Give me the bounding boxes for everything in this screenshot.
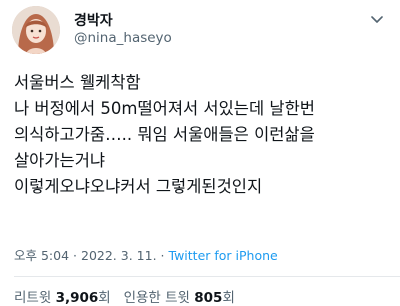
retweets-label: 리트윗 [14,290,52,306]
avatar[interactable] [12,6,60,54]
user-handle[interactable]: @nina_haseyo [74,30,172,46]
retweets-unit: 회 [98,290,111,306]
tweet-line: 살아가는거냐 [14,151,106,170]
quotes-unit: 회 [222,290,235,306]
avatar-image [12,6,60,54]
meta-separator: · [160,248,165,263]
tweet-stats: 리트윗 3,906회 인용한 트윗 805회 [14,286,235,306]
display-name[interactable]: 경박자 [74,10,113,30]
tweet-time[interactable]: 오후 5:04 [14,248,69,263]
tweet-line: 서울버스 웰케착함 [14,73,141,92]
tweet-line: 나 버정에서 50m떨어져서 서있는데 날한번 [14,99,315,118]
quotes-count: 805 [194,290,223,306]
retweets-count: 3,906 [55,290,99,306]
tweet-line: 이렇게오냐오냐커서 그렇게된것인지 [14,177,263,196]
tweet-text: 서울버스 웰케착함 나 버정에서 50m떨어져서 서있는데 날한번 의식하고가줌… [14,70,394,200]
tweet-meta: 오후 5:04 · 2022. 3. 11. · Twitter for iPh… [14,245,278,264]
retweets-stat[interactable]: 리트윗 3,906회 [14,290,111,306]
meta-separator: · [73,248,78,263]
quotes-label: 인용한 트윗 [123,290,190,306]
tweet-source-link[interactable]: Twitter for iPhone [169,248,278,263]
tweet-date[interactable]: 2022. 3. 11. [81,248,157,263]
quotes-stat[interactable]: 인용한 트윗 805회 [124,290,235,306]
tweet-header: 경박자 @nina_haseyo [0,0,400,60]
chevron-down-icon[interactable] [366,8,388,30]
tweet-line: 의식하고가줌….. 뭐임 서울애들은 이런삶을 [14,125,315,144]
divider [14,276,400,277]
